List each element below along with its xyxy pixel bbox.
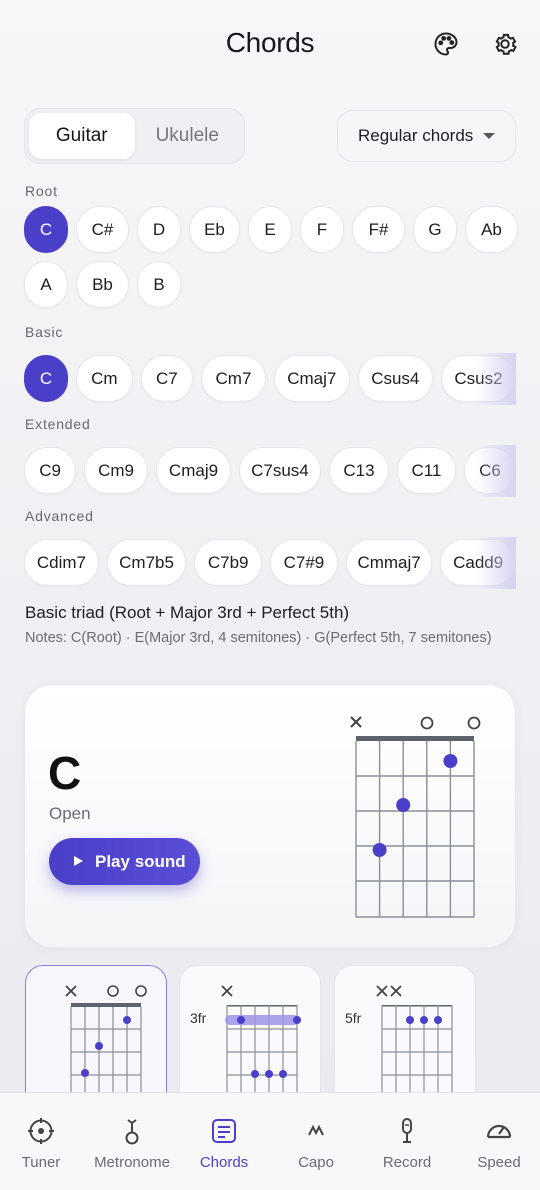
tab-metronome[interactable]: Metronome (87, 1093, 177, 1190)
header: Chords (0, 0, 540, 90)
chord-chip[interactable]: C7#9 (270, 539, 338, 586)
root-chip[interactable]: F# (352, 206, 405, 253)
play-sound-label: Play sound (95, 851, 186, 871)
advanced-row: Cdim7 Cm7b5 C7b9 C7#9 Cmmaj7 Cadd9 (24, 537, 516, 589)
chord-set-dropdown[interactable]: Regular chords (337, 110, 516, 162)
chord-chip[interactable]: Csus2 (440, 355, 516, 402)
guitar-tab[interactable]: Guitar (29, 113, 135, 159)
play-sound-button[interactable]: Play sound (49, 838, 200, 885)
chord-set-value: Regular chords (358, 126, 474, 145)
metronome-icon (125, 1119, 139, 1145)
chord-chip[interactable]: C11 (396, 447, 456, 494)
chord-chip[interactable]: C13 (328, 447, 389, 494)
extended-row: C9 Cm9 Cmaj9 C7sus4 C13 C11 C6 (24, 445, 516, 497)
chord-chip[interactable]: Cmaj9 (156, 447, 231, 494)
bottom-tab-bar: Tuner Metronome Chords Capo Record Speed (0, 1092, 540, 1190)
root-chip[interactable]: Bb (76, 261, 129, 308)
chord-chip[interactable]: C6 (463, 447, 516, 494)
gear-icon[interactable] (490, 29, 520, 59)
instrument-toggle: Guitar Ukulele (24, 108, 245, 164)
chord-chip[interactable]: Cdim7 (24, 539, 99, 586)
palette-icon[interactable] (431, 29, 461, 59)
chord-chip[interactable]: C7b9 (194, 539, 263, 586)
capo-icon (308, 1124, 324, 1136)
chord-chip[interactable]: Cmaj7 (273, 355, 350, 402)
root-chip[interactable]: Eb (189, 206, 240, 253)
root-chip[interactable]: B (137, 261, 181, 308)
chord-chip[interactable]: Cm7 (201, 355, 266, 402)
root-row-1: C C# D Eb E F F# G Ab (24, 206, 518, 253)
root-row-2: A Bb B (24, 261, 181, 308)
chord-diagram (350, 716, 481, 918)
tab-label: Chords (199, 1154, 249, 1171)
chord-chip[interactable]: Cmmaj7 (345, 539, 433, 586)
microphone-icon (402, 1118, 412, 1143)
basic-label: Basic (25, 324, 64, 340)
root-chip[interactable]: E (248, 206, 292, 253)
fret-label: 5fr (345, 1010, 362, 1026)
tab-tuner[interactable]: Tuner (0, 1093, 86, 1190)
tab-record[interactable]: Record (362, 1093, 452, 1190)
chord-description: Basic triad (Root + Major 3rd + Perfect … (25, 603, 350, 622)
speedometer-icon (486, 1124, 512, 1139)
chord-chip[interactable]: C7 (140, 355, 194, 402)
root-chip[interactable]: G (413, 206, 457, 253)
tab-label: Capo (298, 1154, 334, 1171)
root-chip[interactable]: C (24, 206, 68, 253)
root-chip[interactable]: Ab (465, 206, 518, 253)
chord-chip[interactable]: Cm (76, 355, 133, 402)
chord-chip[interactable]: C7sus4 (238, 447, 321, 494)
root-label: Root (25, 183, 58, 199)
chord-type: Open (49, 804, 91, 823)
chord-chip[interactable]: Cm9 (84, 447, 149, 494)
root-chip[interactable]: D (137, 206, 181, 253)
tab-label: Metronome (94, 1154, 170, 1171)
chord-chip[interactable]: C (24, 355, 68, 402)
root-chip[interactable]: C# (76, 206, 129, 253)
tab-label: Speed (477, 1154, 521, 1171)
root-chip[interactable]: F (300, 206, 344, 253)
tab-speed[interactable]: Speed (454, 1093, 540, 1190)
chord-chip[interactable]: Cadd9 (440, 539, 516, 586)
chevron-down-icon (483, 133, 495, 139)
ukulele-tab[interactable]: Ukulele (135, 113, 241, 159)
tab-label: Tuner (21, 1154, 61, 1171)
advanced-label: Advanced (25, 508, 94, 524)
play-icon (74, 856, 83, 866)
chord-notes: Notes: C(Root) · E(Major 3rd, 4 semitone… (25, 630, 492, 646)
extended-label: Extended (25, 416, 91, 432)
tab-chords[interactable]: Chords (179, 1093, 269, 1190)
tab-label: Record (382, 1154, 432, 1171)
tab-capo[interactable]: Capo (271, 1093, 361, 1190)
root-chip[interactable]: A (24, 261, 68, 308)
chord-chip[interactable]: Cm7b5 (106, 539, 187, 586)
chord-name: C (48, 747, 82, 799)
basic-row: C Cm C7 Cm7 Cmaj7 Csus4 Csus2 (24, 353, 516, 405)
chord-chip[interactable]: C9 (24, 447, 77, 494)
fret-label: 3fr (190, 1010, 207, 1026)
chord-chip[interactable]: Csus4 (357, 355, 433, 402)
chords-icon (212, 1119, 236, 1143)
tuner-icon (28, 1118, 54, 1144)
